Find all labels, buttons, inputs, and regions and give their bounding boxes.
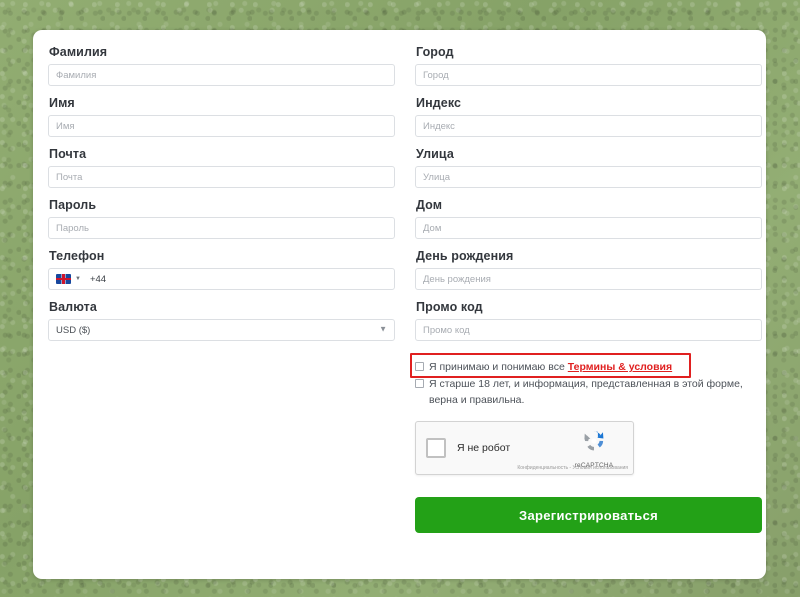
input-street[interactable] [415,166,762,188]
input-birthday[interactable] [415,268,762,290]
label-postcode: Индекс [416,96,462,110]
select-currency[interactable]: USD ($) [48,319,395,341]
field-currency: Валюта USD ($) ▼ [48,300,395,341]
phone-dial-code: +44 [89,273,107,285]
field-promocode: Промо код [415,300,762,341]
age-agreement-row[interactable]: Я старше 18 лет, и информация, представл… [415,376,762,408]
label-street: Улица [416,147,454,161]
right-column: Город Индекс Улица Дом День рождения Про [410,45,762,579]
input-promocode[interactable] [415,319,762,341]
terms-and-conditions-link[interactable]: Термины & условия [568,361,672,373]
field-surname: Фамилия [48,45,395,86]
field-street: Улица [415,147,762,188]
field-city: Город [415,45,762,86]
label-firstname: Имя [49,96,75,110]
label-city: Город [416,45,454,59]
left-column: Фамилия Имя Почта Пароль Телефон ▼ [48,45,395,579]
recaptcha-label: Я не робот [457,442,511,454]
field-firstname: Имя [48,96,395,137]
currency-select-wrap: USD ($) ▼ [48,319,395,341]
age-agreement-label: Я старше 18 лет, и информация, представл… [429,378,743,406]
register-button[interactable]: Зарегистрироваться [415,497,762,533]
recaptcha-widget[interactable]: Я не робот reCAPTCHA Конфиденциальность … [415,421,634,475]
terms-agreement-row[interactable]: Я принимаю и понимаю все Термины & услови… [415,359,762,375]
label-surname: Фамилия [49,45,108,59]
input-city[interactable] [415,64,762,86]
label-email: Почта [49,147,87,161]
label-phone: Телефон [49,249,105,263]
recaptcha-fine-print[interactable]: Конфиденциальность - Условия использован… [517,465,628,471]
field-phone: Телефон ▼ +44 [48,249,395,290]
checkbox-age[interactable] [415,379,424,388]
label-birthday: День рождения [416,249,514,263]
field-email: Почта [48,147,395,188]
input-house[interactable] [415,217,762,239]
terms-agreement-label: Я принимаю и понимаю все [429,361,565,373]
field-birthday: День рождения [415,249,762,290]
input-surname[interactable] [48,64,395,86]
uk-flag-icon[interactable] [56,274,71,284]
field-house: Дом [415,198,762,239]
label-currency: Валюта [49,300,97,314]
field-postcode: Индекс [415,96,762,137]
input-email[interactable] [48,166,395,188]
input-password[interactable] [48,217,395,239]
checkbox-recaptcha[interactable] [426,438,446,458]
label-promocode: Промо код [416,300,483,314]
checkbox-terms[interactable] [415,362,424,371]
label-house: Дом [416,198,443,212]
input-firstname[interactable] [48,115,395,137]
terms-agreement-text: Я принимаю и понимаю все Термины & услови… [429,359,672,375]
registration-card: Фамилия Имя Почта Пароль Телефон ▼ [33,30,766,579]
agreements-block: Я принимаю и понимаю все Термины & услови… [410,353,762,408]
field-password: Пароль [48,198,395,239]
input-phone[interactable]: ▼ +44 [48,268,395,290]
recaptcha-logo-icon [584,431,604,451]
chevron-down-icon[interactable]: ▼ [75,276,81,282]
input-postcode[interactable] [415,115,762,137]
form-columns: Фамилия Имя Почта Пароль Телефон ▼ [33,30,766,579]
label-password: Пароль [49,198,97,212]
